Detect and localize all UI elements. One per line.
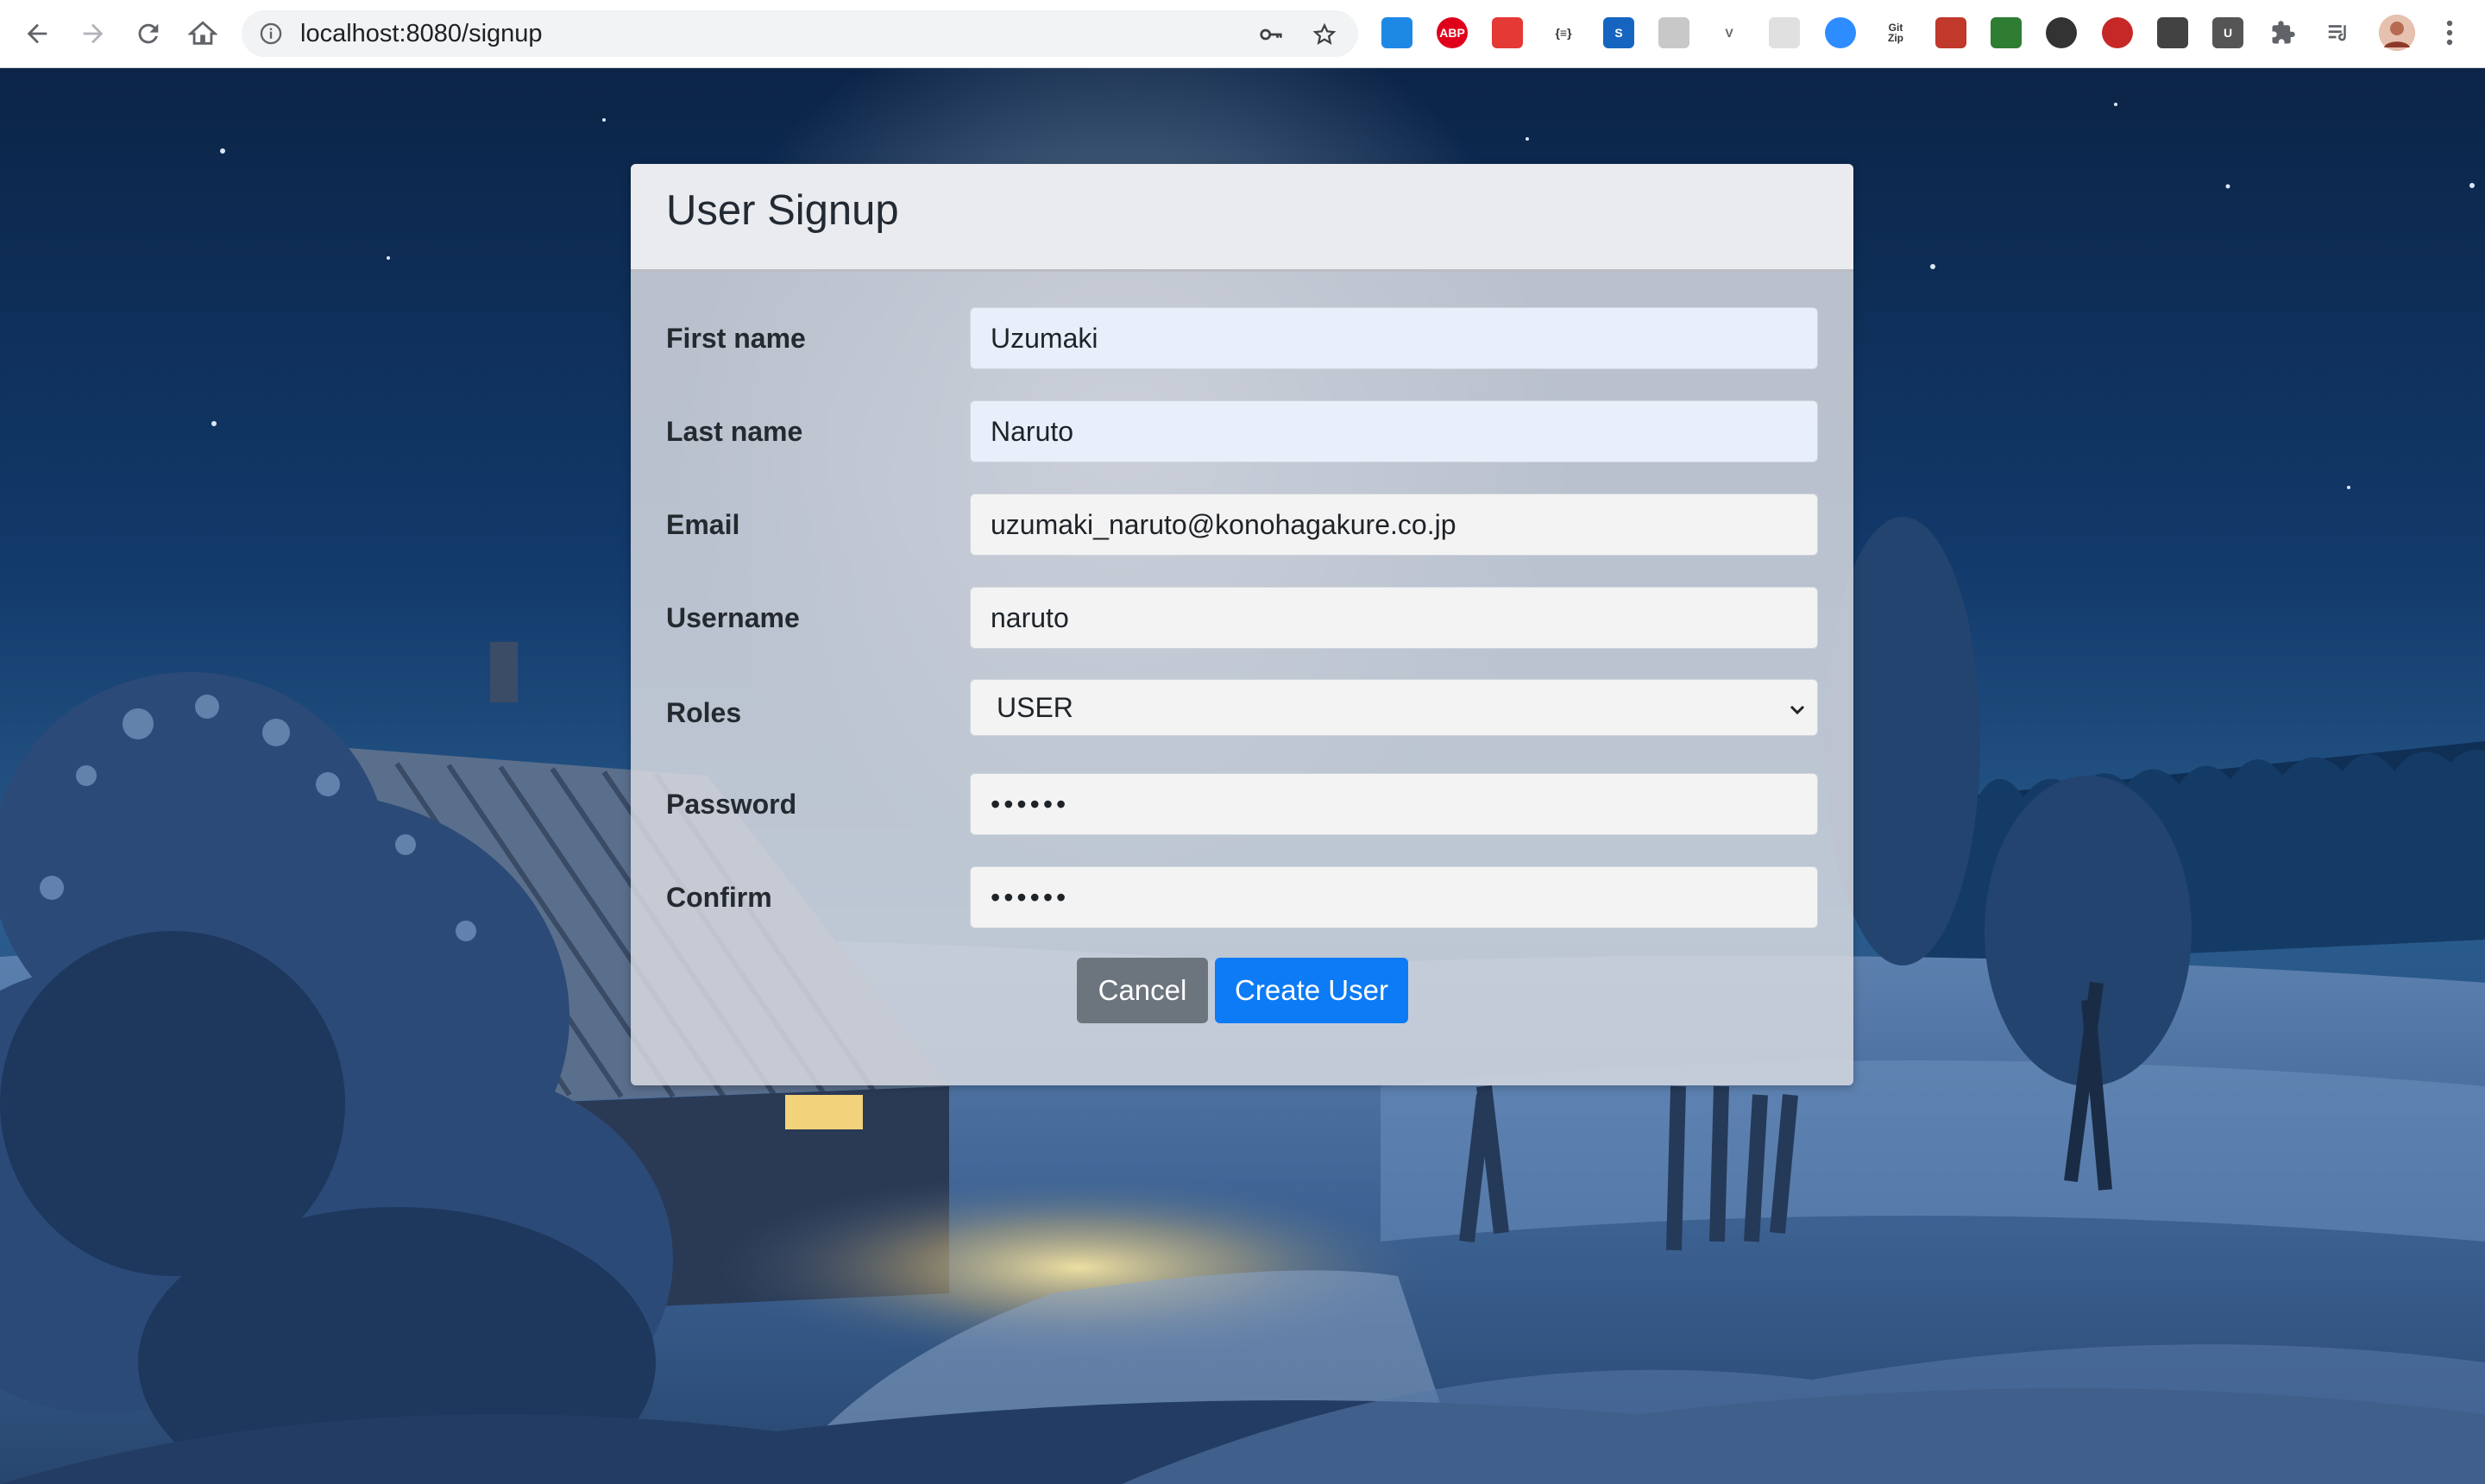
home-icon[interactable] xyxy=(181,12,224,55)
reading-list-icon[interactable] xyxy=(2323,17,2354,48)
puzzle-icon[interactable] xyxy=(2268,17,2299,48)
back-arrow-icon[interactable] xyxy=(16,12,59,55)
json-viewer-icon[interactable]: {≡} xyxy=(1548,17,1579,48)
network-extension-icon[interactable] xyxy=(1492,17,1523,48)
roles-selected-value: USER xyxy=(997,692,1073,723)
url-text[interactable]: localhost:8080/signup xyxy=(300,20,543,48)
browser-toolbar: localhost:8080/signup ABP {≡} S V Git Zip U xyxy=(0,0,2485,68)
page-title: User Signup xyxy=(666,187,899,234)
star-icon[interactable] xyxy=(1312,22,1337,47)
red-circle-extension-icon[interactable] xyxy=(2102,17,2133,48)
kebab-menu-icon[interactable] xyxy=(2434,17,2465,48)
shield-extension-icon[interactable]: U xyxy=(2212,17,2243,48)
password-row: Password •••••• xyxy=(666,773,1818,835)
adblock-plus-icon[interactable]: ABP xyxy=(1437,17,1468,48)
roles-select[interactable]: USER xyxy=(970,679,1818,736)
confirm-label: Confirm xyxy=(666,882,772,913)
username-input[interactable] xyxy=(970,587,1818,649)
signup-card: User Signup First name Last name Email U… xyxy=(631,164,1853,1085)
first-name-row: First name xyxy=(666,307,1818,369)
password-mask: •••••• xyxy=(991,789,1070,820)
faded-extension-icon[interactable] xyxy=(1658,17,1689,48)
first-name-label: First name xyxy=(666,323,806,354)
profile-avatar-icon[interactable] xyxy=(2379,15,2415,51)
roles-label: Roles xyxy=(666,697,742,728)
vue-devtools-icon[interactable]: V xyxy=(1714,17,1745,48)
email-label: Email xyxy=(666,509,740,540)
card-header: User Signup xyxy=(631,164,1853,272)
gitzip-icon-glyph: Git Zip xyxy=(1888,22,1903,44)
last-name-label: Last name xyxy=(666,416,803,447)
forward-arrow-icon[interactable] xyxy=(72,12,115,55)
timer-extension-icon[interactable] xyxy=(2046,17,2077,48)
first-name-input[interactable] xyxy=(970,307,1818,369)
gear-extension-icon[interactable] xyxy=(2157,17,2188,48)
username-label: Username xyxy=(666,602,800,633)
leaf-extension-icon[interactable] xyxy=(1991,17,2022,48)
confirm-password-input[interactable]: •••••• xyxy=(970,866,1818,928)
trello-extension-icon[interactable] xyxy=(1381,17,1412,48)
reload-icon[interactable] xyxy=(127,12,170,55)
confirm-row: Confirm •••••• xyxy=(666,866,1818,928)
s-extension-icon-glyph: S xyxy=(1614,26,1623,40)
s-extension-icon[interactable]: S xyxy=(1603,17,1634,48)
create-user-button[interactable]: Create User xyxy=(1215,958,1408,1023)
vue-devtools-icon-glyph: V xyxy=(1725,26,1733,40)
info-icon[interactable] xyxy=(259,22,283,46)
url-host: localhost xyxy=(300,20,399,47)
screenshot-extension-icon[interactable] xyxy=(1935,17,1966,48)
roles-row: Roles USER xyxy=(666,679,1818,736)
password-input[interactable]: •••••• xyxy=(970,773,1818,835)
json-viewer-icon-glyph: {≡} xyxy=(1555,26,1572,40)
email-input[interactable] xyxy=(970,494,1818,556)
zoom-extension-icon[interactable] xyxy=(1825,17,1856,48)
username-row: Username xyxy=(666,587,1818,649)
shield-extension-icon-glyph: U xyxy=(2223,26,2233,40)
url-path: :8080/signup xyxy=(399,20,543,47)
cancel-button[interactable]: Cancel xyxy=(1077,958,1208,1023)
address-bar[interactable]: localhost:8080/signup xyxy=(242,10,1358,57)
email-row: Email xyxy=(666,494,1818,556)
grey-square-extension-icon[interactable] xyxy=(1769,17,1800,48)
password-label: Password xyxy=(666,789,797,820)
gitzip-icon[interactable]: Git Zip xyxy=(1880,17,1911,48)
key-icon[interactable] xyxy=(1258,22,1284,47)
confirm-mask: •••••• xyxy=(991,882,1070,913)
adblock-plus-icon-glyph: ABP xyxy=(1439,26,1465,40)
roles-select-wrapper: USER xyxy=(970,679,1818,736)
last-name-input[interactable] xyxy=(970,400,1818,462)
last-name-row: Last name xyxy=(666,400,1818,462)
